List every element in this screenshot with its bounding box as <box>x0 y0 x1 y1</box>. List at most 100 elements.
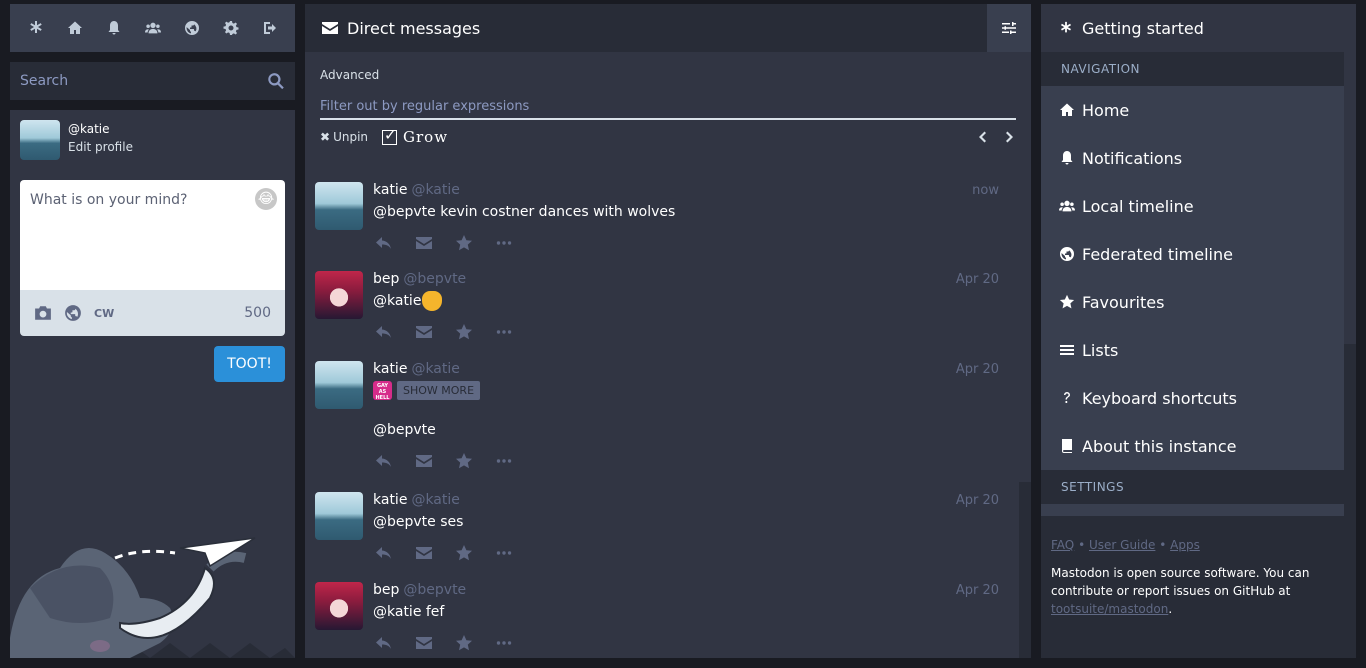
scrollbar-thumb[interactable] <box>1019 172 1031 482</box>
faq-link[interactable]: FAQ <box>1051 538 1074 552</box>
envelope-icon[interactable] <box>415 452 433 470</box>
avatar[interactable] <box>315 582 363 630</box>
github-repo-link[interactable]: tootsuite/mastodon <box>1051 602 1168 616</box>
more-icon[interactable] <box>495 544 513 562</box>
globe-visibility-icon[interactable] <box>64 304 82 322</box>
settings-item-partial[interactable] <box>1041 504 1344 516</box>
status-timestamp[interactable]: Apr 20 <box>956 583 999 598</box>
regex-filter-input[interactable] <box>320 94 1016 120</box>
status-timestamp[interactable]: Apr 20 <box>956 362 999 377</box>
status-list: katie @katie now @bepvte kevin costner d… <box>305 172 1019 658</box>
nav-item-label: Lists <box>1082 340 1119 360</box>
logout-icon[interactable] <box>255 13 285 43</box>
display-name[interactable]: katie <box>373 492 407 508</box>
star-icon[interactable] <box>455 323 473 341</box>
nav-item-notifications[interactable]: Notifications <box>1041 134 1344 182</box>
show-more-button[interactable]: SHOW MORE <box>397 381 481 400</box>
settings-icon[interactable] <box>216 13 246 43</box>
display-name[interactable]: katie <box>373 182 407 198</box>
about-period: . <box>1168 602 1173 616</box>
star-icon[interactable] <box>455 234 473 252</box>
nav-item-label: Keyboard shortcuts <box>1082 388 1237 408</box>
nav-item-about-instance[interactable]: About this instance <box>1041 422 1344 470</box>
nav-item-federated-timeline[interactable]: Federated timeline <box>1041 230 1344 278</box>
account-handle[interactable]: @katie <box>411 182 459 198</box>
status-content-text: @katie <box>373 293 422 309</box>
reply-icon[interactable] <box>375 452 393 470</box>
search-icon[interactable] <box>267 72 285 90</box>
avatar[interactable] <box>315 492 363 540</box>
star-icon[interactable] <box>455 544 473 562</box>
nav-item-local-timeline[interactable]: Local timeline <box>1041 182 1344 230</box>
home-icon[interactable] <box>60 13 90 43</box>
feed-scrollbar[interactable] <box>1019 172 1031 658</box>
display-name[interactable]: katie <box>373 361 407 377</box>
account-handle[interactable]: @katie <box>411 361 459 377</box>
avatar[interactable] <box>315 182 363 230</box>
envelope-icon[interactable] <box>415 544 433 562</box>
envelope-icon[interactable] <box>415 634 433 652</box>
local-timeline-icon[interactable] <box>138 13 168 43</box>
about-text: Mastodon is open source software. You ca… <box>1051 564 1331 618</box>
getting-started-footer: FAQ • User Guide • Apps Mastodon is open… <box>1051 536 1331 618</box>
federated-timeline-icon[interactable] <box>177 13 207 43</box>
avatar[interactable] <box>315 271 363 319</box>
more-icon[interactable] <box>495 452 513 470</box>
display-name[interactable]: bep <box>373 582 399 598</box>
apps-link[interactable]: Apps <box>1170 538 1200 552</box>
notifications-icon[interactable] <box>99 13 129 43</box>
reply-icon[interactable] <box>375 544 393 562</box>
reply-icon[interactable] <box>375 634 393 652</box>
more-icon[interactable] <box>495 234 513 252</box>
navigation-scrollbar[interactable] <box>1344 52 1356 516</box>
status-item[interactable]: katie @katie Apr 20 @bepvte ses <box>305 482 1019 572</box>
camera-icon[interactable] <box>34 304 52 322</box>
edit-profile-link[interactable]: Edit profile <box>68 138 133 156</box>
reply-icon[interactable] <box>375 234 393 252</box>
status-item[interactable]: bep @bepvte Apr 20 @katie <box>305 261 1019 351</box>
nav-item-home[interactable]: Home <box>1041 86 1344 134</box>
search-input[interactable] <box>20 73 267 89</box>
reply-icon[interactable] <box>375 323 393 341</box>
toot-button[interactable]: TOOT! <box>214 346 285 382</box>
chevron-right-icon[interactable] <box>1003 130 1017 144</box>
envelope-icon[interactable] <box>415 323 433 341</box>
account-handle[interactable]: @bepvte <box>403 582 466 598</box>
unpin-button[interactable]: ✖ Unpin <box>320 130 368 144</box>
chevron-left-icon[interactable] <box>975 130 989 144</box>
status-item[interactable]: katie @katie Apr 20 GAY AS HELL SHOW MOR… <box>305 351 1019 482</box>
status-actions <box>373 321 1009 343</box>
column-title[interactable]: Direct messages <box>347 19 480 38</box>
user-guide-link[interactable]: User Guide <box>1089 538 1155 552</box>
scrollbar-thumb[interactable] <box>1344 344 1356 516</box>
emoji-picker-icon[interactable]: 😂 <box>255 188 277 210</box>
account-handle[interactable]: @bepvte <box>403 271 466 287</box>
more-icon[interactable] <box>495 323 513 341</box>
star-icon[interactable] <box>455 634 473 652</box>
column-settings-button[interactable] <box>987 4 1031 52</box>
grow-checkbox[interactable]: Grow <box>382 126 448 146</box>
nav-item-label: Home <box>1082 100 1130 120</box>
nav-item-favourites[interactable]: Favourites <box>1041 278 1344 326</box>
avatar[interactable] <box>20 120 60 160</box>
status-item[interactable]: bep @bepvte Apr 20 @katie fef <box>305 572 1019 658</box>
status-timestamp[interactable]: now <box>972 183 999 198</box>
status-timestamp[interactable]: Apr 20 <box>956 493 999 508</box>
content-warning-toggle[interactable]: CW <box>94 307 114 320</box>
account-handle[interactable]: @katie <box>411 492 459 508</box>
nav-item-keyboard-shortcuts[interactable]: Keyboard shortcuts <box>1041 374 1344 422</box>
nav-item-lists[interactable]: Lists <box>1041 326 1344 374</box>
avatar[interactable] <box>315 361 363 409</box>
getting-started-icon[interactable] <box>21 13 51 43</box>
status-timestamp[interactable]: Apr 20 <box>956 272 999 287</box>
advanced-label: Advanced <box>320 68 380 82</box>
compose-textarea[interactable] <box>20 180 285 290</box>
asterisk-icon <box>1061 21 1071 33</box>
getting-started-column: Getting started NAVIGATION Home Notifica… <box>1041 4 1356 658</box>
display-name[interactable]: bep <box>373 271 399 287</box>
compose-form: @katie Edit profile 😂 CW 500 TOOT! <box>10 110 295 658</box>
status-item[interactable]: katie @katie now @bepvte kevin costner d… <box>305 172 1019 261</box>
envelope-icon[interactable] <box>415 234 433 252</box>
star-icon[interactable] <box>455 452 473 470</box>
more-icon[interactable] <box>495 634 513 652</box>
